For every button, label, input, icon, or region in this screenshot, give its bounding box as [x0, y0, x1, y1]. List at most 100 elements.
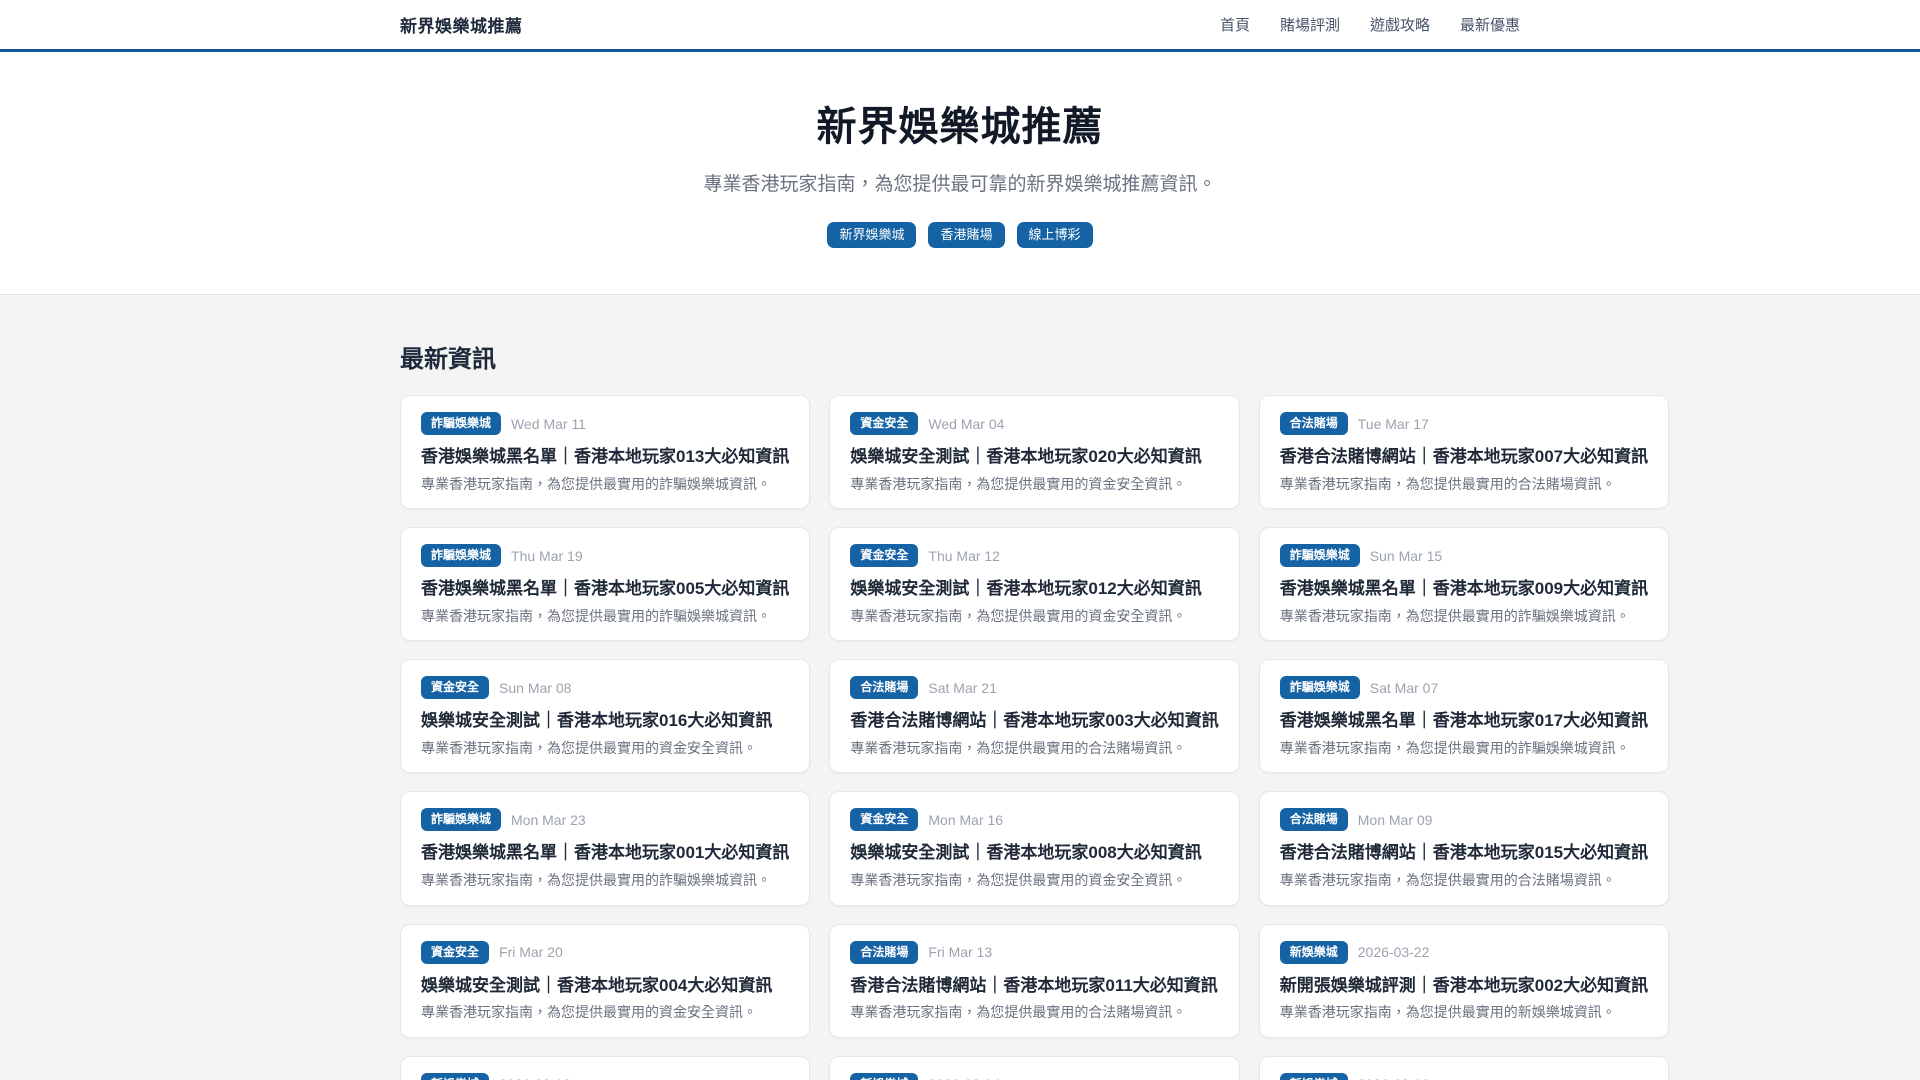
card-meta: 新娛樂城 2026-03-18 [421, 1072, 789, 1080]
card-date: Mon Mar 23 [511, 811, 586, 828]
card-meta: 新娛樂城 2026-03-14 [850, 1072, 1218, 1080]
category-badge: 新娛樂城 [850, 1072, 919, 1080]
card-date: Sat Mar 21 [928, 679, 997, 696]
category-badge: 詐騙娛樂城 [421, 808, 502, 832]
card-meta: 新娛樂城 2026-03-22 [1279, 940, 1648, 964]
nav-link-game-guides[interactable]: 遊戲攻略 [1370, 14, 1430, 35]
card-meta: 合法賭場 Fri Mar 13 [850, 940, 1218, 964]
card-date: Mon Mar 09 [1357, 811, 1433, 828]
hero-tags: 新界娛樂城 香港賭場 線上博彩 [0, 222, 1920, 248]
card-date: Fri Mar 20 [499, 944, 563, 960]
category-badge: 新娛樂城 [1279, 1072, 1348, 1080]
card-description: 專業香港玩家指南，為您提供最實用的資金安全資訊。 [850, 475, 1187, 492]
card-meta: 詐騙娛樂城 Wed Mar 11 [421, 412, 789, 435]
card-description: 專業香港玩家指南，為您提供最實用的新娛樂城資訊。 [1279, 1004, 1616, 1021]
card-title-link[interactable]: 香港合法賭博網站｜香港本地玩家011大必知資訊 [850, 975, 1218, 998]
article-card[interactable]: 新娛樂城 2026-03-10 新開張娛樂城評測｜香港本地玩家014大必知資訊 … [1258, 1055, 1670, 1080]
card-title-link[interactable]: 香港娛樂城黑名單｜香港本地玩家013大必知資訊 [421, 446, 789, 469]
card-description: 專業香港玩家指南，為您提供最實用的資金安全資訊。 [421, 1004, 757, 1021]
article-card[interactable]: 詐騙娛樂城 Sun Mar 15 香港娛樂城黑名單｜香港本地玩家009大必知資訊… [1258, 527, 1670, 642]
category-badge: 資金安全 [850, 544, 919, 568]
card-title-link[interactable]: 香港娛樂城黑名單｜香港本地玩家009大必知資訊 [1280, 578, 1648, 601]
article-card[interactable]: 合法賭場 Fri Mar 13 香港合法賭博網站｜香港本地玩家011大必知資訊 … [829, 923, 1240, 1038]
category-badge: 合法賭場 [1279, 412, 1348, 435]
card-title-link[interactable]: 香港娛樂城黑名單｜香港本地玩家005大必知資訊 [421, 578, 789, 601]
card-title-link[interactable]: 香港合法賭博網站｜香港本地玩家003大必知資訊 [850, 710, 1218, 733]
card-description: 專業香港玩家指南，為您提供最實用的詐騙娛樂城資訊。 [421, 475, 771, 492]
card-meta: 詐騙娛樂城 Mon Mar 23 [421, 808, 789, 832]
article-card[interactable]: 資金安全 Fri Mar 20 娛樂城安全測試｜香港本地玩家004大必知資訊 專… [400, 923, 811, 1038]
article-card[interactable]: 詐騙娛樂城 Sat Mar 07 香港娛樂城黑名單｜香港本地玩家017大必知資訊… [1258, 659, 1670, 774]
card-meta: 合法賭場 Sat Mar 21 [850, 676, 1218, 700]
article-card[interactable]: 資金安全 Thu Mar 12 娛樂城安全測試｜香港本地玩家012大必知資訊 專… [829, 527, 1240, 642]
card-date: Fri Mar 13 [928, 944, 993, 960]
article-card[interactable]: 詐騙娛樂城 Wed Mar 11 香港娛樂城黑名單｜香港本地玩家013大必知資訊… [400, 395, 811, 510]
card-description: 專業香港玩家指南，為您提供最實用的詐騙娛樂城資訊。 [421, 608, 771, 625]
card-title-link[interactable]: 香港娛樂城黑名單｜香港本地玩家001大必知資訊 [421, 842, 789, 865]
hero-section: 新界娛樂城推薦 專業香港玩家指南，為您提供最可靠的新界娛樂城推薦資訊。 新界娛樂… [0, 52, 1920, 294]
card-meta: 資金安全 Thu Mar 12 [850, 544, 1218, 568]
card-description: 專業香港玩家指南，為您提供最實用的合法賭場資訊。 [850, 1004, 1187, 1021]
nav-link-latest-offers[interactable]: 最新優惠 [1460, 14, 1520, 35]
card-date: Sun Mar 15 [1369, 547, 1443, 564]
card-date: 2026-03-14 [928, 1076, 1000, 1080]
card-title-link[interactable]: 娛樂城安全測試｜香港本地玩家016大必知資訊 [421, 710, 789, 733]
card-date: Sat Mar 07 [1369, 679, 1439, 696]
card-meta: 資金安全 Mon Mar 16 [850, 808, 1218, 832]
card-title-link[interactable]: 香港娛樂城黑名單｜香港本地玩家017大必知資訊 [1280, 710, 1648, 733]
category-badge: 詐騙娛樂城 [1279, 676, 1360, 700]
category-badge: 新娛樂城 [421, 1072, 490, 1080]
card-date: 2026-03-10 [1358, 1076, 1430, 1080]
card-meta: 資金安全 Fri Mar 20 [421, 940, 789, 964]
nav-link-casino-reviews[interactable]: 賭場評測 [1280, 14, 1340, 35]
tag-pill-online-gambling[interactable]: 線上博彩 [1016, 222, 1093, 248]
card-title-link[interactable]: 娛樂城安全測試｜香港本地玩家004大必知資訊 [421, 975, 789, 998]
article-card[interactable]: 新娛樂城 2026-03-18 新開張娛樂城評測｜香港本地玩家006大必知資訊 … [400, 1055, 811, 1080]
category-badge: 資金安全 [421, 676, 490, 700]
card-meta: 新娛樂城 2026-03-10 [1279, 1072, 1648, 1080]
latest-news-section: 最新資訊 詐騙娛樂城 Wed Mar 11 香港娛樂城黑名單｜香港本地玩家013… [0, 294, 1920, 1080]
card-title-link[interactable]: 香港合法賭博網站｜香港本地玩家015大必知資訊 [1280, 842, 1648, 865]
category-badge: 新娛樂城 [1279, 940, 1348, 964]
card-date: Thu Mar 19 [511, 547, 583, 564]
category-badge: 資金安全 [421, 940, 490, 964]
category-badge: 詐騙娛樂城 [421, 412, 502, 435]
section-heading: 最新資訊 [400, 346, 496, 373]
card-date: Mon Mar 16 [928, 811, 1004, 828]
card-title-link[interactable]: 娛樂城安全測試｜香港本地玩家008大必知資訊 [850, 842, 1218, 865]
card-description: 專業香港玩家指南，為您提供最實用的詐騙娛樂城資訊。 [1279, 740, 1630, 757]
card-date: Sun Mar 08 [499, 679, 572, 696]
category-badge: 資金安全 [850, 412, 919, 435]
article-card[interactable]: 合法賭場 Sat Mar 21 香港合法賭博網站｜香港本地玩家003大必知資訊 … [829, 659, 1240, 774]
latest-container: 最新資訊 詐騙娛樂城 Wed Mar 11 香港娛樂城黑名單｜香港本地玩家013… [400, 339, 1670, 1080]
card-description: 專業香港玩家指南，為您提供最實用的詐騙娛樂城資訊。 [1279, 608, 1630, 625]
tag-pill-hk-casino[interactable]: 香港賭場 [928, 222, 1005, 248]
card-title-link[interactable]: 娛樂城安全測試｜香港本地玩家012大必知資訊 [850, 578, 1218, 601]
card-title-link[interactable]: 新開張娛樂城評測｜香港本地玩家002大必知資訊 [1280, 975, 1648, 998]
article-card[interactable]: 資金安全 Sun Mar 08 娛樂城安全測試｜香港本地玩家016大必知資訊 專… [400, 659, 811, 774]
card-description: 專業香港玩家指南，為您提供最實用的資金安全資訊。 [421, 740, 757, 757]
card-date: Wed Mar 04 [928, 415, 1005, 432]
brand-logo[interactable]: 新界娛樂城推薦 [400, 12, 523, 37]
main-nav: 首頁 賭場評測 遊戲攻略 最新優惠 [1220, 14, 1520, 35]
article-card[interactable]: 新娛樂城 2026-03-22 新開張娛樂城評測｜香港本地玩家002大必知資訊 … [1258, 923, 1670, 1038]
article-card[interactable]: 合法賭場 Tue Mar 17 香港合法賭博網站｜香港本地玩家007大必知資訊 … [1258, 395, 1670, 510]
navbar-inner: 新界娛樂城推薦 首頁 賭場評測 遊戲攻略 最新優惠 [400, 0, 1520, 49]
card-meta: 資金安全 Wed Mar 04 [850, 412, 1218, 435]
card-title-link[interactable]: 娛樂城安全測試｜香港本地玩家020大必知資訊 [850, 446, 1218, 469]
card-title-link[interactable]: 香港合法賭博網站｜香港本地玩家007大必知資訊 [1280, 446, 1648, 469]
category-badge: 合法賭場 [850, 676, 919, 700]
card-meta: 詐騙娛樂城 Sun Mar 15 [1279, 544, 1648, 568]
article-card[interactable]: 新娛樂城 2026-03-14 新開張娛樂城評測｜香港本地玩家010大必知資訊 … [829, 1055, 1240, 1080]
article-card[interactable]: 資金安全 Wed Mar 04 娛樂城安全測試｜香港本地玩家020大必知資訊 專… [829, 395, 1240, 510]
nav-link-home[interactable]: 首頁 [1220, 14, 1250, 35]
card-meta: 合法賭場 Mon Mar 09 [1279, 808, 1648, 832]
card-description: 專業香港玩家指南，為您提供最實用的合法賭場資訊。 [1279, 475, 1616, 492]
article-card[interactable]: 合法賭場 Mon Mar 09 香港合法賭博網站｜香港本地玩家015大必知資訊 … [1258, 791, 1670, 906]
article-card[interactable]: 資金安全 Mon Mar 16 娛樂城安全測試｜香港本地玩家008大必知資訊 專… [829, 791, 1240, 906]
tag-pill-new-territories[interactable]: 新界娛樂城 [827, 222, 917, 248]
hero-subtitle: 專業香港玩家指南，為您提供最可靠的新界娛樂城推薦資訊。 [703, 174, 1217, 195]
article-card[interactable]: 詐騙娛樂城 Thu Mar 19 香港娛樂城黑名單｜香港本地玩家005大必知資訊… [400, 527, 811, 642]
category-badge: 詐騙娛樂城 [1279, 544, 1360, 568]
article-card[interactable]: 詐騙娛樂城 Mon Mar 23 香港娛樂城黑名單｜香港本地玩家001大必知資訊… [400, 791, 811, 906]
